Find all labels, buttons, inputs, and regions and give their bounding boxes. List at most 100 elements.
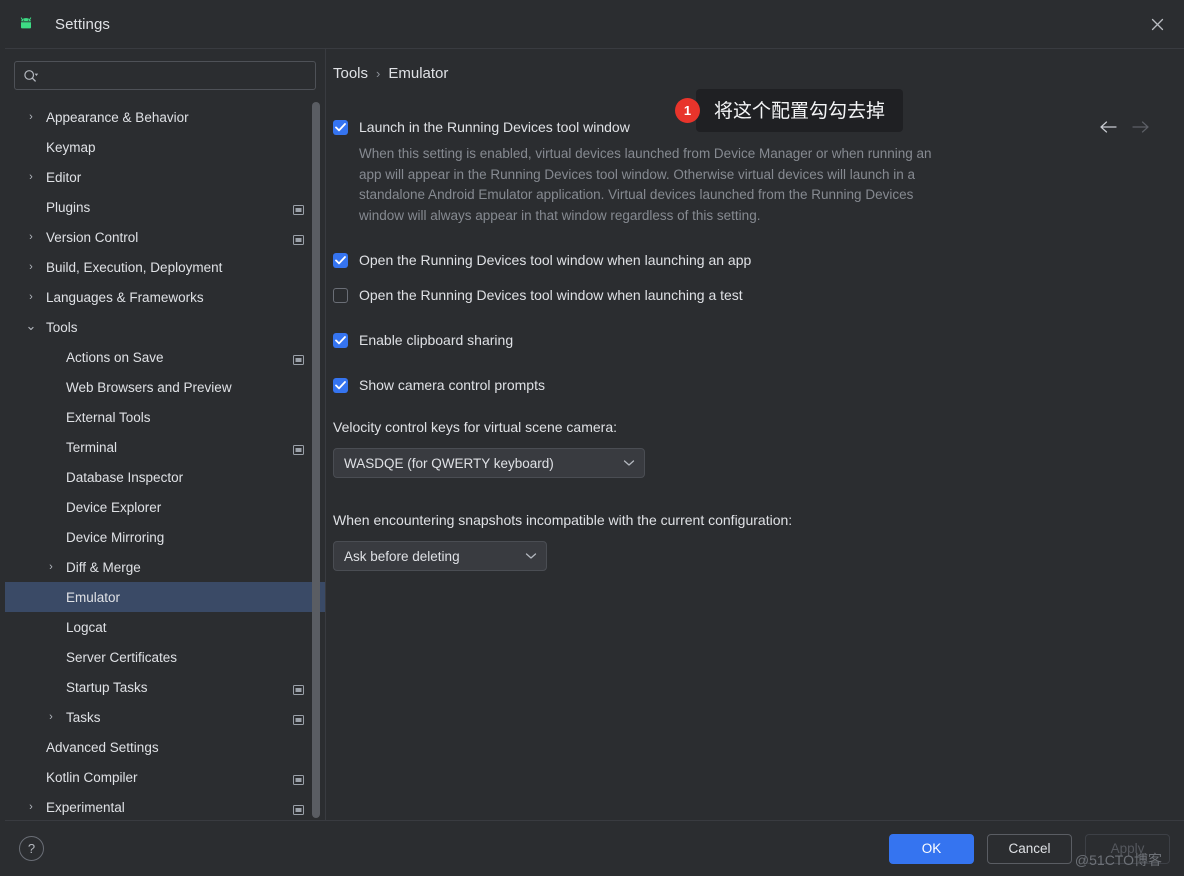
sidebar-item-label: Logcat bbox=[66, 619, 107, 635]
checkbox-row-clipboard-sharing[interactable]: Enable clipboard sharing bbox=[333, 332, 1164, 348]
settings-tree-nodes: › Appearance & Behavior Keymap › Editor Plugi… bbox=[5, 102, 325, 820]
sidebar-item-experimental[interactable]: › Experimental bbox=[5, 792, 325, 820]
snapshots-select[interactable]: Ask before deleting bbox=[333, 541, 547, 571]
sidebar-item-label: Tasks bbox=[66, 709, 101, 725]
sidebar-item-logcat[interactable]: Logcat bbox=[5, 612, 325, 642]
sidebar-item-label: External Tools bbox=[66, 409, 151, 425]
checkbox-row-camera-control-prompts[interactable]: Show camera control prompts bbox=[333, 377, 1164, 393]
chevron-down-icon bbox=[525, 552, 537, 560]
chevron-right-icon[interactable]: › bbox=[23, 291, 39, 303]
cancel-button[interactable]: Cancel bbox=[987, 833, 1072, 864]
sidebar-item-diff-merge[interactable]: › Diff & Merge bbox=[5, 552, 325, 582]
checkbox-row-launch-in-running-devices[interactable]: Launch in the Running Devices tool windo… bbox=[333, 119, 1164, 135]
sidebar-item-emulator[interactable]: Emulator bbox=[5, 582, 325, 612]
sidebar-item-label: Server Certificates bbox=[66, 649, 178, 665]
checkbox-label: Enable clipboard sharing bbox=[359, 332, 514, 348]
sidebar-item-build-execution-deployment[interactable]: › Build, Execution, Deployment bbox=[5, 252, 325, 282]
search-box[interactable] bbox=[14, 61, 316, 90]
chevron-down-icon[interactable]: ⌄ bbox=[23, 319, 39, 332]
help-button[interactable]: ? bbox=[19, 836, 44, 861]
ok-button[interactable]: OK bbox=[889, 833, 974, 864]
checkbox-clipboard-sharing[interactable] bbox=[333, 333, 348, 348]
checkbox-open-on-test-launch[interactable] bbox=[333, 288, 348, 303]
sidebar-item-version-control[interactable]: › Version Control bbox=[5, 222, 325, 252]
sidebar-item-label: Plugins bbox=[46, 199, 91, 215]
chevron-right-icon[interactable]: › bbox=[43, 561, 59, 573]
chevron-right-icon[interactable]: › bbox=[23, 801, 39, 813]
chevron-right-icon[interactable]: › bbox=[23, 171, 39, 183]
modified-setting-icon bbox=[293, 442, 304, 460]
sidebar-item-plugins[interactable]: Plugins bbox=[5, 192, 325, 222]
chevron-right-icon[interactable]: › bbox=[23, 111, 39, 123]
sidebar-item-tasks[interactable]: › Tasks bbox=[5, 702, 325, 732]
settings-sidebar: › Appearance & Behavior Keymap › Editor Plugi… bbox=[5, 49, 326, 820]
dialog-titlebar: Settings bbox=[5, 0, 1184, 49]
chevron-right-icon[interactable]: › bbox=[43, 711, 59, 723]
checkbox-label: Show camera control prompts bbox=[359, 377, 545, 393]
sidebar-item-keymap[interactable]: Keymap bbox=[5, 132, 325, 162]
checkbox-label: Launch in the Running Devices tool windo… bbox=[359, 119, 630, 135]
breadcrumb-current: Emulator bbox=[388, 65, 449, 82]
settings-dialog: Settings › Appearance & Behavior Keymap … bbox=[5, 0, 1184, 876]
sidebar-item-actions-on-save[interactable]: Actions on Save bbox=[5, 342, 325, 372]
modified-setting-icon bbox=[293, 682, 304, 700]
velocity-keys-select[interactable]: WASDQE (for QWERTY keyboard) bbox=[333, 448, 645, 478]
sidebar-item-label: Database Inspector bbox=[66, 469, 184, 485]
sidebar-item-label: Emulator bbox=[66, 589, 121, 605]
sidebar-item-external-tools[interactable]: External Tools bbox=[5, 402, 325, 432]
sidebar-item-database-inspector[interactable]: Database Inspector bbox=[5, 462, 325, 492]
sidebar-scrollbar-thumb[interactable] bbox=[312, 102, 320, 818]
sidebar-item-label: Startup Tasks bbox=[66, 679, 148, 695]
sidebar-item-appearance-behavior[interactable]: › Appearance & Behavior bbox=[5, 102, 325, 132]
sidebar-item-advanced-settings[interactable]: Advanced Settings bbox=[5, 732, 325, 762]
sidebar-item-editor[interactable]: › Editor bbox=[5, 162, 325, 192]
checkbox-label: Open the Running Devices tool window whe… bbox=[359, 252, 752, 268]
dialog-title: Settings bbox=[55, 15, 110, 33]
sidebar-item-device-explorer[interactable]: Device Explorer bbox=[5, 492, 325, 522]
search-input[interactable] bbox=[46, 68, 307, 83]
modified-setting-icon bbox=[293, 232, 304, 250]
modified-setting-icon bbox=[293, 772, 304, 790]
checkbox-open-on-app-launch[interactable] bbox=[333, 253, 348, 268]
sidebar-item-languages-frameworks[interactable]: › Languages & Frameworks bbox=[5, 282, 325, 312]
sidebar-item-label: Device Mirroring bbox=[66, 529, 165, 545]
sidebar-item-label: Terminal bbox=[66, 439, 118, 455]
sidebar-item-device-mirroring[interactable]: Device Mirroring bbox=[5, 522, 325, 552]
sidebar-item-tools[interactable]: ⌄ Tools bbox=[5, 312, 325, 342]
checkbox-launch-in-running-devices[interactable] bbox=[333, 120, 348, 135]
sidebar-item-web-browsers-and-preview[interactable]: Web Browsers and Preview bbox=[5, 372, 325, 402]
android-logo-icon bbox=[17, 15, 35, 33]
setting-description: When this setting is enabled, virtual de… bbox=[359, 146, 932, 223]
apply-button: Apply bbox=[1085, 833, 1170, 864]
checkbox-camera-control-prompts[interactable] bbox=[333, 378, 348, 393]
chevron-right-icon[interactable]: › bbox=[23, 261, 39, 273]
sidebar-item-label: Editor bbox=[46, 169, 82, 185]
close-icon[interactable] bbox=[1140, 8, 1174, 40]
sidebar-item-server-certificates[interactable]: Server Certificates bbox=[5, 642, 325, 672]
emulator-settings-panel: Launch in the Running Devices tool windo… bbox=[333, 99, 1164, 571]
chevron-right-icon[interactable]: › bbox=[23, 231, 39, 243]
sidebar-item-terminal[interactable]: Terminal bbox=[5, 432, 325, 462]
snapshots-value: Ask before deleting bbox=[344, 548, 460, 564]
checkbox-row-open-on-test-launch[interactable]: Open the Running Devices tool window whe… bbox=[333, 287, 1164, 303]
sidebar-item-label: Kotlin Compiler bbox=[46, 769, 138, 785]
settings-tree[interactable]: › Appearance & Behavior Keymap › Editor Plugi… bbox=[5, 100, 325, 820]
modified-setting-icon bbox=[293, 712, 304, 730]
checkbox-row-open-on-app-launch[interactable]: Open the Running Devices tool window whe… bbox=[333, 252, 1164, 268]
chevron-down-icon bbox=[623, 459, 635, 467]
sidebar-item-label: Keymap bbox=[46, 139, 96, 155]
sidebar-scrollbar[interactable] bbox=[312, 100, 320, 820]
dialog-footer: ? OK Cancel Apply @51CTO博客 bbox=[5, 820, 1184, 876]
sidebar-item-label: Build, Execution, Deployment bbox=[46, 259, 223, 275]
snapshots-label: When encountering snapshots incompatible… bbox=[333, 512, 793, 528]
breadcrumb-parent[interactable]: Tools bbox=[333, 65, 368, 82]
modified-setting-icon bbox=[293, 802, 304, 820]
sidebar-item-label: Web Browsers and Preview bbox=[66, 379, 232, 395]
sidebar-item-startup-tasks[interactable]: Startup Tasks bbox=[5, 672, 325, 702]
sidebar-item-label: Tools bbox=[46, 319, 78, 335]
sidebar-item-label: Device Explorer bbox=[66, 499, 162, 515]
velocity-keys-value: WASDQE (for QWERTY keyboard) bbox=[344, 455, 554, 471]
breadcrumb: Tools › Emulator bbox=[333, 65, 448, 82]
search-container bbox=[5, 49, 325, 100]
sidebar-item-kotlin-compiler[interactable]: Kotlin Compiler bbox=[5, 762, 325, 792]
